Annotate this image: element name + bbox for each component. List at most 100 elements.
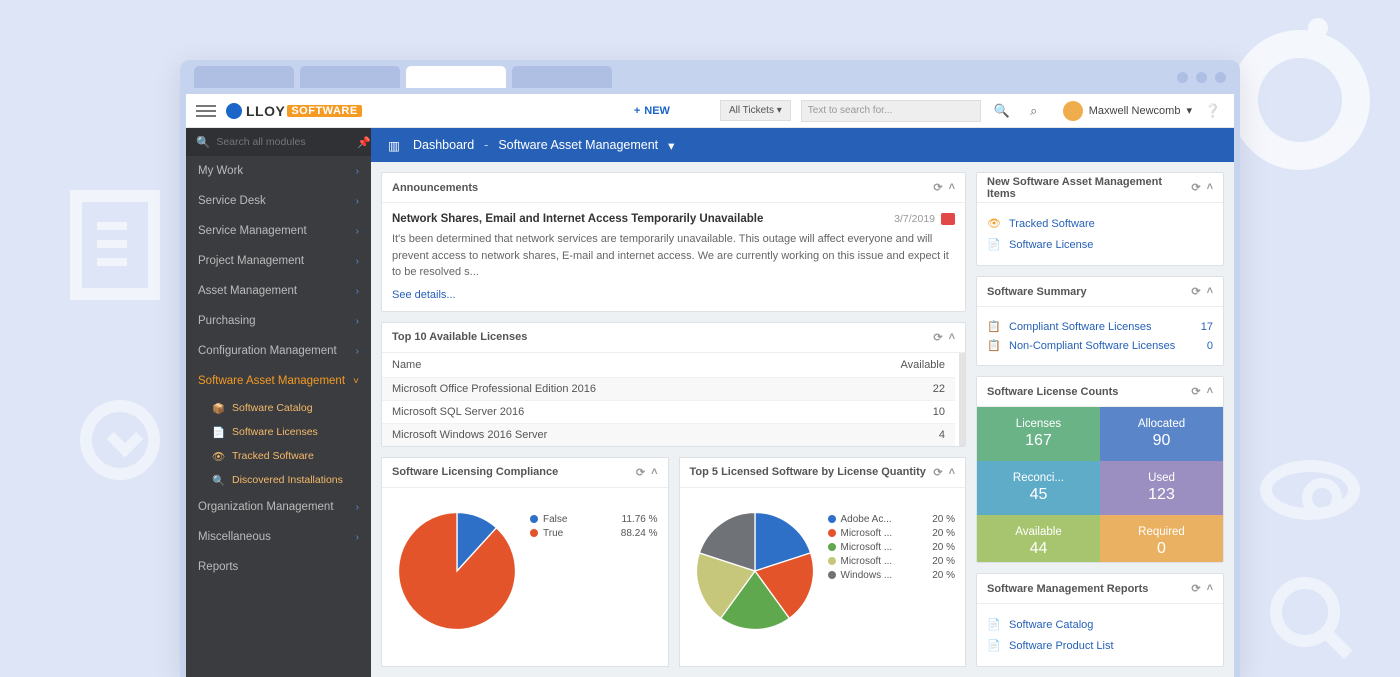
sidebar-item[interactable]: Project Management› [186,246,371,276]
summary-row[interactable]: 📋Non-Compliant Software Licenses0 [987,336,1213,355]
sidebar-item[interactable]: Software Asset Management˅ [186,366,371,396]
card-title: Software Summary [987,286,1087,298]
sidebar-subitem[interactable]: 📦Software Catalog [186,396,371,420]
count-tile[interactable]: Licenses167 [977,407,1100,461]
report-link[interactable]: 📄Software Catalog [987,614,1213,635]
report-link[interactable]: 📄Software Product List [987,635,1213,656]
legend-item: True88.24 % [530,528,658,539]
compliance-chart-card: Software Licensing Compliance ⟳ ˄ False11… [381,457,669,668]
link-row[interactable]: 📄 Software License [987,234,1213,255]
sidebar-item-label: Configuration Management [198,345,337,357]
sidebar-item[interactable]: Miscellaneous› [186,522,371,552]
breadcrumb-page[interactable]: Software Asset Management [498,138,658,152]
table-row[interactable]: Microsoft SQL Server 201610 [382,400,955,423]
item-icon: 📄 [987,238,1001,251]
sidebar-item[interactable]: Service Management› [186,216,371,246]
sidebar-search-input[interactable] [216,136,351,148]
top5-pie [690,506,820,636]
chevron-icon: ˅ [353,376,359,387]
legend-item: False11.76 % [530,514,658,525]
legend-label: Windows ... [841,570,928,581]
refresh-icon[interactable]: ⟳ [1191,385,1200,398]
chevron-icon: › [356,286,359,297]
sidebar-item[interactable]: Organization Management› [186,492,371,522]
count-tile[interactable]: Available44 [977,515,1100,563]
sidebar-subitem[interactable]: 🔍Discovered Installations [186,468,371,492]
software-summary-card: Software Summary ⟳˄ 📋Compliant Software … [976,276,1224,366]
table-row[interactable]: Microsoft Windows 2016 Server4 [382,423,955,446]
link-row[interactable]: 👁Tracked Software [987,213,1213,234]
legend-dot-icon [828,529,836,537]
browser-tab[interactable] [194,66,294,88]
card-title: Software License Counts [987,386,1118,398]
sidebar-search[interactable]: 🔍 📌 [186,128,371,156]
scrollbar[interactable] [959,353,965,446]
card-title: Software Licensing Compliance [392,466,558,478]
sidebar-subitem[interactable]: 👁Tracked Software [186,444,371,468]
cell-available: 10 [875,406,945,418]
refresh-icon[interactable]: ⟳ [1191,285,1200,298]
sidebar-item[interactable]: Configuration Management› [186,336,371,366]
summary-value: 17 [1201,321,1213,333]
subitem-icon: 📄 [212,426,224,439]
browser-tabstrip [180,60,1240,94]
pin-icon[interactable]: 📌 [357,136,371,149]
count-tile[interactable]: Allocated90 [1100,407,1223,461]
compliance-legend: False11.76 % True88.24 % [530,506,658,657]
summary-label: Compliant Software Licenses [1009,321,1193,333]
collapse-icon[interactable]: ˄ [1207,582,1213,595]
refresh-icon[interactable]: ⟳ [1191,181,1200,194]
collapse-icon[interactable]: ˄ [949,181,955,194]
advanced-search-icon[interactable]: ⌕ [1023,100,1045,122]
count-tile[interactable]: Used123 [1100,461,1223,515]
refresh-icon[interactable]: ⟳ [636,466,645,479]
ticket-filter-dropdown[interactable]: All Tickets ▾ [720,100,791,121]
table-row[interactable]: Microsoft Office Professional Edition 20… [382,377,955,400]
legend-value: 20 % [932,528,955,539]
sidebar-item[interactable]: My Work› [186,156,371,186]
collapse-icon[interactable]: ˄ [1207,385,1213,398]
legend-value: 20 % [932,542,955,553]
help-icon[interactable]: ❔ [1202,100,1224,122]
chevron-down-icon[interactable]: ▾ [668,138,674,153]
collapse-icon[interactable]: ˄ [1207,285,1213,298]
collapse-icon[interactable]: ˄ [651,466,657,479]
announcement-title: Network Shares, Email and Internet Acces… [392,213,763,225]
browser-tab[interactable] [512,66,612,88]
refresh-icon[interactable]: ⟳ [933,181,942,194]
browser-tab-active[interactable] [406,66,506,88]
sidebar-item[interactable]: Asset Management› [186,276,371,306]
new-button[interactable]: + NEW [634,105,670,117]
sidebar-item[interactable]: Service Desk› [186,186,371,216]
refresh-icon[interactable]: ⟳ [1191,582,1200,595]
browser-tab[interactable] [300,66,400,88]
sidebar-item[interactable]: Reports [186,552,371,582]
link-label: Software License [1009,239,1093,251]
collapse-icon[interactable]: ˄ [1207,181,1213,194]
tile-number: 123 [1148,486,1175,504]
subitem-label: Software Catalog [232,402,313,414]
collapse-icon[interactable]: ˄ [949,331,955,344]
top5-legend: Adobe Ac...20 %Microsoft ...20 %Microsof… [828,506,956,657]
user-name: Maxwell Newcomb [1089,105,1181,117]
legend-value: 20 % [932,514,955,525]
tile-label: Reconci... [1013,472,1064,484]
search-icon[interactable]: 🔍 [991,100,1013,122]
global-search-input[interactable]: Text to search for... [801,100,981,122]
collapse-icon[interactable]: ˄ [949,466,955,479]
sidebar-item[interactable]: Purchasing› [186,306,371,336]
refresh-icon[interactable]: ⟳ [933,466,942,479]
user-menu[interactable]: Maxwell Newcomb ▾ [1063,101,1192,121]
breadcrumb-root[interactable]: Dashboard [413,138,474,152]
logo-text: LLOY [246,103,285,119]
sidebar-item-label: Purchasing [198,315,256,327]
count-tile[interactable]: Reconci...45 [977,461,1100,515]
tile-label: Licenses [1016,418,1061,430]
count-tile[interactable]: Required0 [1100,515,1223,563]
summary-row[interactable]: 📋Compliant Software Licenses17 [987,317,1213,336]
sidebar-subitem[interactable]: 📄Software Licenses [186,420,371,444]
card-title: New Software Asset Management Items [987,176,1191,200]
see-details-link[interactable]: See details... [392,289,456,301]
hamburger-icon[interactable] [196,105,216,117]
refresh-icon[interactable]: ⟳ [933,331,942,344]
